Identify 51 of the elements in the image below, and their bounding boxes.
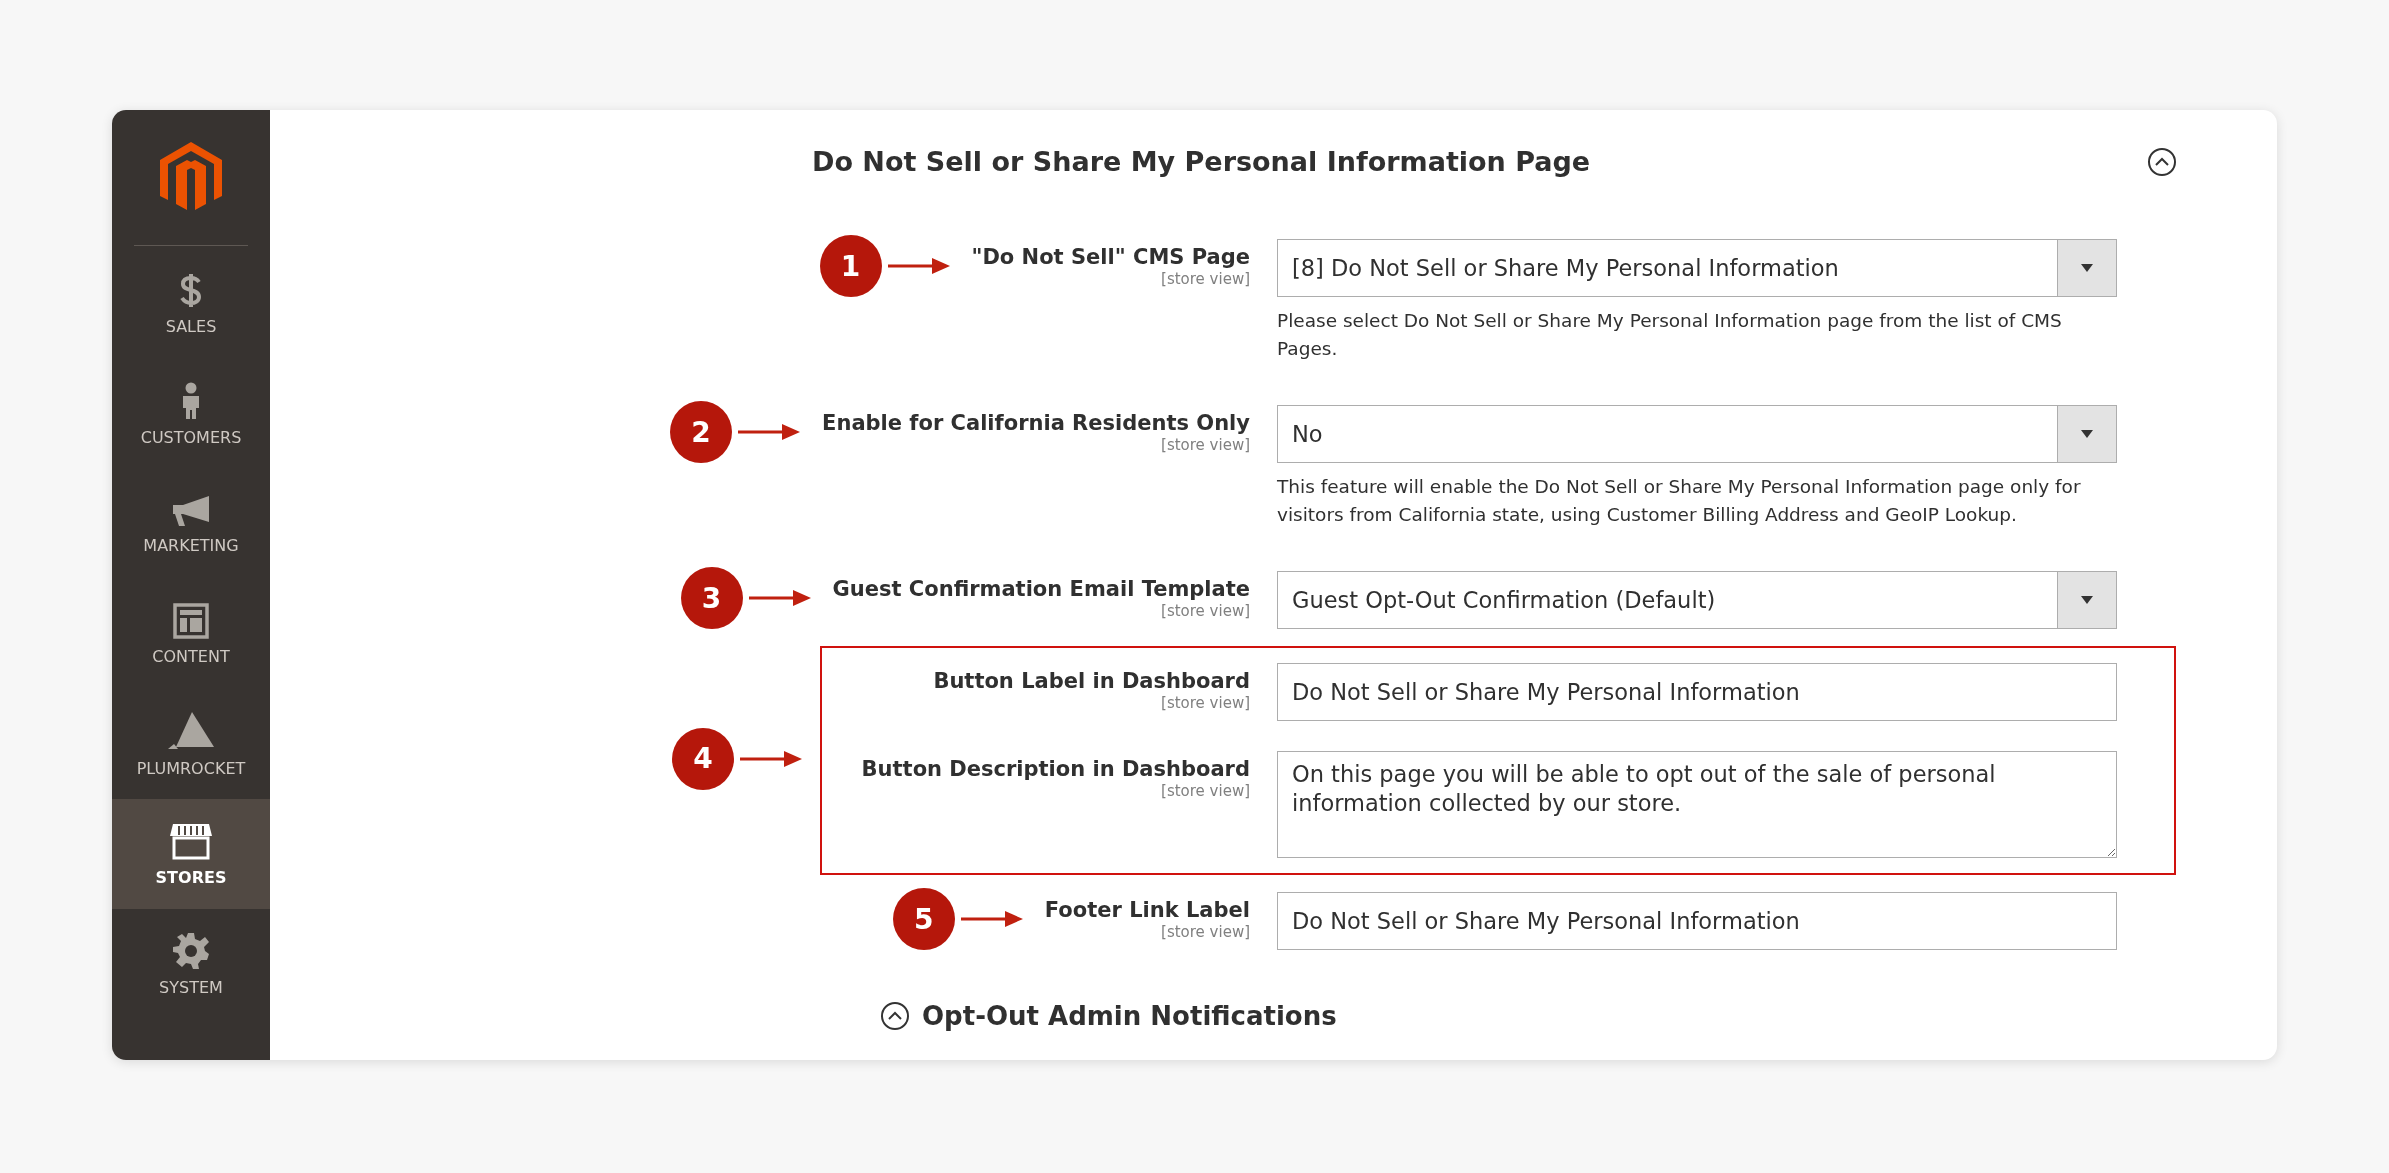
scope-label: [store view] bbox=[1161, 602, 1250, 620]
arrow-icon bbox=[748, 588, 811, 608]
scope-label: [store view] bbox=[1161, 782, 1250, 800]
storefront-icon bbox=[169, 821, 213, 860]
arrow-icon bbox=[738, 422, 801, 442]
step-badge: 5 bbox=[892, 888, 955, 950]
select-field[interactable]: [8] Do Not Sell or Share My Personal Information bbox=[1277, 239, 2117, 297]
arrow-icon bbox=[740, 748, 802, 769]
text-area[interactable]: On this page you will be able to opt out of the sale of personal information collected by our store. bbox=[1277, 751, 2117, 858]
sidebar-item[interactable]: SYSTEM bbox=[112, 909, 270, 1019]
layout-icon bbox=[173, 602, 209, 639]
step-badge: 3 bbox=[680, 567, 743, 629]
field-label: Button Description in Dashboard bbox=[861, 757, 1250, 781]
arrow-icon bbox=[960, 909, 1023, 929]
section-title[interactable]: Do Not Sell or Share My Personal Information Page bbox=[812, 146, 1591, 177]
sidebar-item[interactable]: CONTENT bbox=[112, 579, 270, 689]
scope-label: [store view] bbox=[1161, 923, 1250, 941]
caret-icon bbox=[2081, 596, 2093, 604]
field-label: Button Label in Dashboard bbox=[933, 669, 1250, 693]
field-label: Footer Link Label bbox=[1044, 898, 1250, 922]
megaphone-icon bbox=[171, 493, 211, 528]
caret-icon bbox=[2081, 264, 2093, 272]
select-field[interactable]: Guest Opt-Out Confirmation (Default) bbox=[1277, 571, 2117, 629]
step-badge: 2 bbox=[670, 401, 733, 463]
section-title[interactable]: Opt-Out Admin Notifications bbox=[922, 1001, 1337, 1031]
collapse-icon[interactable] bbox=[2147, 146, 2177, 177]
sidebar-item[interactable]: SALES bbox=[112, 249, 270, 359]
dollar-icon bbox=[179, 272, 203, 309]
step-badge: 4 bbox=[672, 727, 734, 790]
sidebar-item[interactable]: MARKETING bbox=[112, 469, 270, 579]
person-icon bbox=[180, 381, 202, 420]
field-label: Guest Confirmation Email Template bbox=[832, 577, 1250, 601]
field-note: Please select Do Not Sell or Share My Personal Information page from the list of CMS Pages. bbox=[1277, 309, 2063, 361]
sidebar-item[interactable]: STORES bbox=[112, 799, 270, 909]
caret-icon bbox=[2081, 430, 2093, 438]
sidebar-item[interactable]: PLUMROCKET bbox=[112, 689, 270, 799]
pyramid-icon bbox=[166, 710, 216, 751]
step-badge: 1 bbox=[819, 235, 882, 297]
field-note: This feature will enable the Do Not Sell or Share My Personal Information page only for visitors from California state, using Customer Billing Address and GeoIP Lookup. bbox=[1277, 475, 2082, 527]
scope-label: [store view] bbox=[1161, 270, 1250, 288]
text-field[interactable]: Do Not Sell or Share My Personal Information bbox=[1277, 663, 2117, 721]
field-label: "Do Not Sell" CMS Page bbox=[971, 245, 1250, 269]
arrow-icon bbox=[887, 256, 950, 276]
settings-icon bbox=[172, 931, 210, 970]
select-field[interactable]: No bbox=[1277, 405, 2117, 463]
sidebar-item[interactable]: CUSTOMERS bbox=[112, 359, 270, 469]
scope-label: [store view] bbox=[1161, 436, 1250, 454]
field-label: Enable for California Residents Only bbox=[822, 411, 1250, 435]
collapse-icon[interactable] bbox=[880, 1001, 910, 1031]
scope-label: [store view] bbox=[1161, 694, 1250, 712]
text-field[interactable]: Do Not Sell or Share My Personal Information bbox=[1277, 892, 2117, 950]
